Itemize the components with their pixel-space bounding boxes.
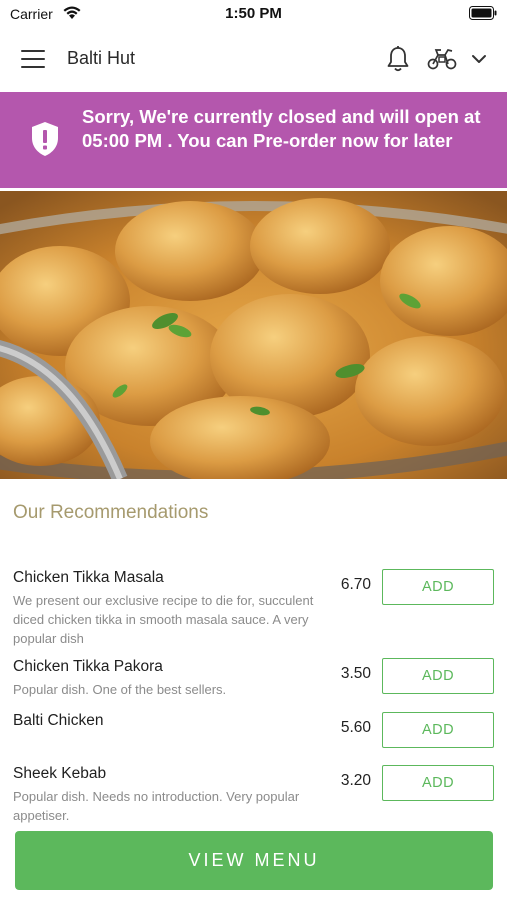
hero-food-image — [0, 191, 507, 479]
item-name: Balti Chicken — [13, 712, 104, 729]
add-button[interactable]: ADD — [382, 765, 494, 801]
add-button[interactable]: ADD — [382, 712, 494, 748]
item-name: Chicken Tikka Masala — [13, 569, 164, 586]
item-price: 5.60 — [340, 719, 371, 736]
status-bar: Carrier 1:50 PM — [0, 0, 507, 28]
item-price: 6.70 — [340, 576, 371, 593]
item-name: Chicken Tikka Pakora — [13, 658, 163, 675]
item-description: Popular dish. Needs no introduction. Ver… — [13, 789, 300, 823]
view-menu-button[interactable]: VIEW MENU — [15, 831, 493, 890]
closed-banner: Sorry, We're currently closed and will o… — [0, 92, 507, 188]
add-button[interactable]: ADD — [382, 658, 494, 694]
bell-icon[interactable] — [385, 45, 411, 78]
recommendations-heading: Our Recommendations — [13, 502, 209, 523]
shield-alert-icon — [31, 121, 59, 162]
closed-message: Sorry, We're currently closed and will o… — [82, 106, 481, 151]
menu-icon[interactable] — [21, 50, 45, 70]
add-button[interactable]: ADD — [382, 569, 494, 605]
battery-icon — [469, 6, 497, 25]
restaurant-title: Balti Hut — [67, 48, 136, 68]
item-name: Sheek Kebab — [13, 765, 107, 782]
item-price: 3.20 — [340, 772, 371, 789]
chevron-down-icon[interactable] — [471, 52, 487, 70]
item-description: We present our exclusive recipe to die f… — [13, 593, 314, 646]
app-header: Balti Hut — [0, 28, 507, 92]
delivery-scooter-icon[interactable] — [426, 47, 458, 76]
item-price: 3.50 — [340, 665, 371, 682]
item-description: Popular dish. One of the best sellers. — [13, 682, 227, 697]
status-time: 1:50 PM — [225, 5, 282, 22]
